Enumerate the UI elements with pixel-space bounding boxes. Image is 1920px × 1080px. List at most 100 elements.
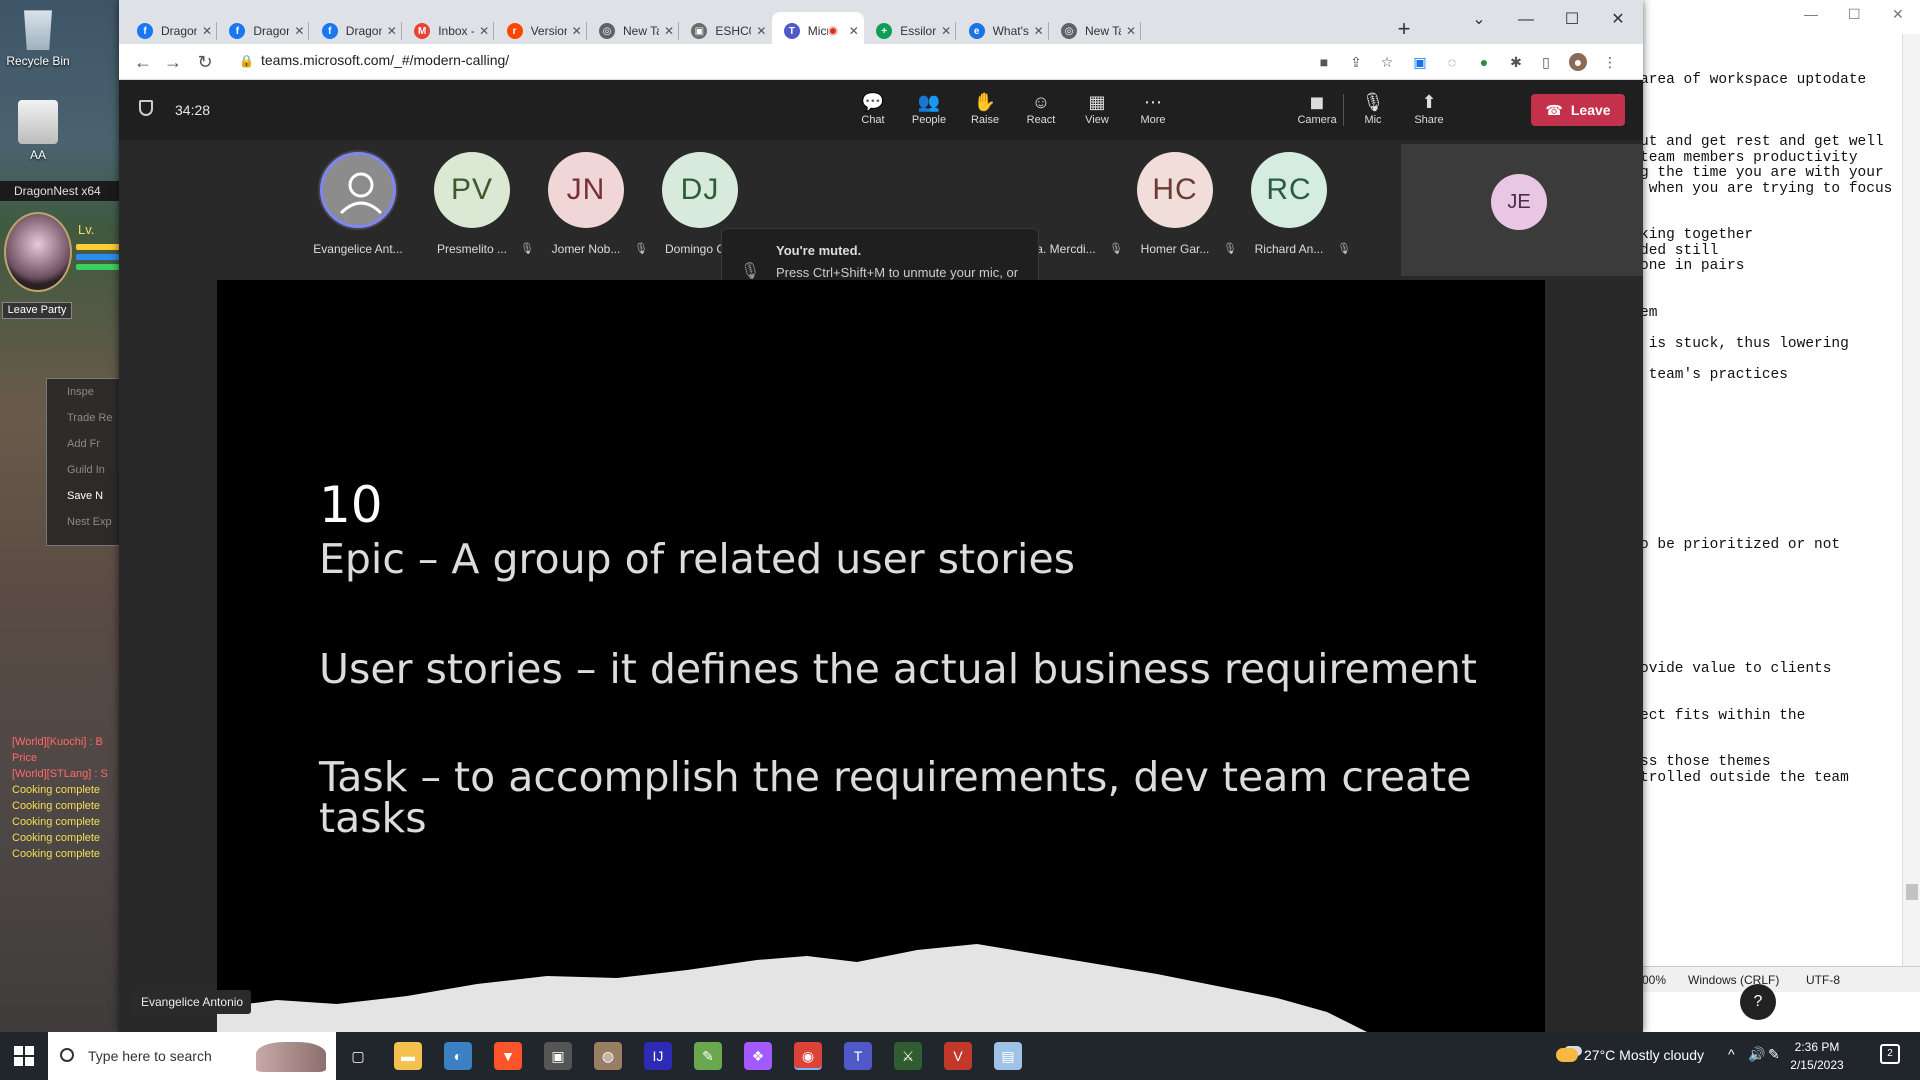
tab-separator bbox=[1140, 22, 1141, 40]
toolbar-label: Share bbox=[1414, 114, 1444, 126]
taskbar-search-box[interactable]: Type here to search bbox=[48, 1032, 336, 1080]
scrollbar-thumb[interactable] bbox=[1906, 884, 1918, 900]
raise-button[interactable]: ✋ Raise bbox=[957, 90, 1013, 134]
puzzle-icon[interactable]: ✱ bbox=[1507, 53, 1525, 71]
ctx-item-trade[interactable]: Trade Re bbox=[47, 405, 119, 431]
avatar: RC bbox=[1251, 152, 1327, 228]
ctx-item-inspect[interactable]: Inspe bbox=[47, 379, 119, 405]
minimize-icon[interactable]: — bbox=[1804, 6, 1818, 22]
participant-video-tile[interactable]: JE bbox=[1401, 144, 1643, 276]
close-tab-icon[interactable]: ✕ bbox=[567, 24, 587, 38]
close-tab-icon[interactable]: ✕ bbox=[1121, 24, 1141, 38]
mic-button[interactable]: 🎙 Mic bbox=[1345, 90, 1401, 134]
people-icon: 👥 bbox=[917, 92, 941, 112]
windows-start-icon[interactable] bbox=[14, 1046, 34, 1066]
brave-browser-icon[interactable]: ▼ bbox=[494, 1042, 522, 1070]
app-icon[interactable]: ✎ bbox=[694, 1042, 722, 1070]
taskbar-clock[interactable]: 2:36 PM 2/15/2023 bbox=[1772, 1038, 1862, 1074]
toolbar-divider bbox=[1343, 94, 1344, 126]
url-field[interactable]: teams.microsoft.com/_#/modern-calling/ bbox=[261, 52, 509, 68]
close-tab-icon[interactable]: ✕ bbox=[751, 24, 771, 38]
extension-icon[interactable]: ● bbox=[1475, 53, 1493, 71]
recycle-bin-shortcut[interactable]: Recycle Bin bbox=[4, 6, 72, 68]
teams-icon[interactable]: T bbox=[844, 1042, 872, 1070]
notepad-line: ovide value to clients bbox=[1640, 661, 1832, 677]
ctx-item-add-friend[interactable]: Add Fr bbox=[47, 431, 119, 457]
close-tab-icon[interactable]: ✕ bbox=[936, 24, 956, 38]
close-tab-icon[interactable]: ✕ bbox=[289, 24, 309, 38]
intellij-icon[interactable]: IJ bbox=[644, 1042, 672, 1070]
chat-button[interactable]: 💬 Chat bbox=[845, 90, 901, 134]
maximize-icon[interactable]: ☐ bbox=[1848, 6, 1861, 23]
side-panel-icon[interactable]: ▯ bbox=[1537, 53, 1555, 71]
view-button[interactable]: ▦ View bbox=[1069, 90, 1125, 134]
weather-widget[interactable]: 27°C Mostly cloudy bbox=[1556, 1047, 1704, 1063]
close-icon[interactable]: ✕ bbox=[1892, 6, 1904, 23]
tab-title: What's Ei bbox=[992, 24, 1029, 38]
extension-icon[interactable]: ◌ bbox=[1443, 53, 1461, 71]
mic-off-icon: 🎙 bbox=[740, 263, 761, 280]
camera-button[interactable]: ◼ Camera bbox=[1289, 90, 1345, 134]
participant-tile[interactable]: Evangelice Ant... bbox=[302, 142, 414, 282]
ctx-item-save-name[interactable]: Save N bbox=[47, 483, 119, 509]
participant-tile[interactable]: PV Presmelito ... 🎙 bbox=[416, 142, 534, 282]
app-icon[interactable]: ▣ bbox=[544, 1042, 572, 1070]
help-icon[interactable]: ? bbox=[1740, 984, 1776, 1020]
close-tab-icon[interactable]: ✕ bbox=[1029, 24, 1049, 38]
aa-shortcut[interactable]: AA bbox=[4, 100, 72, 162]
presenter-name-label: Evangelice Antonio bbox=[133, 990, 252, 1014]
close-tab-icon[interactable]: ✕ bbox=[474, 24, 494, 38]
file-explorer-icon[interactable]: ▬ bbox=[394, 1042, 422, 1070]
new-tab-button[interactable]: + bbox=[1389, 14, 1419, 44]
people-button[interactable]: 👥 People bbox=[901, 90, 957, 134]
forward-icon[interactable]: → bbox=[159, 50, 187, 74]
more-button[interactable]: ⋯ More bbox=[1125, 90, 1181, 134]
ctx-item-nest-exp[interactable]: Nest Exp bbox=[47, 509, 119, 535]
task-view-icon[interactable]: ▢ bbox=[344, 1042, 372, 1070]
avatar[interactable]: ● bbox=[1569, 53, 1587, 71]
notepad-line: ect fits within the bbox=[1640, 707, 1806, 724]
notification-icon[interactable]: 2 bbox=[1880, 1044, 1900, 1064]
notepad-line: when you are trying to focus bbox=[1640, 180, 1893, 197]
toolbar-label: More bbox=[1140, 114, 1166, 126]
lock-icon[interactable]: 🔒 bbox=[239, 54, 254, 68]
close-icon[interactable]: ✕ bbox=[1603, 8, 1633, 32]
notepad-icon[interactable]: ▤ bbox=[994, 1042, 1022, 1070]
notepad-scrollbar[interactable] bbox=[1902, 34, 1920, 966]
close-tab-icon[interactable]: ✕ bbox=[844, 24, 864, 38]
participant-tile[interactable]: HC Homer Gar... 🎙 bbox=[1119, 142, 1237, 282]
leave-party-button[interactable]: Leave Party bbox=[2, 302, 72, 319]
shield-icon[interactable] bbox=[139, 100, 153, 116]
chrome-icon[interactable]: ◉ bbox=[794, 1042, 822, 1070]
reload-icon[interactable]: ↻ bbox=[191, 50, 219, 74]
camera-in-use-icon[interactable]: ■ bbox=[1315, 53, 1333, 71]
minimize-icon[interactable]: — bbox=[1511, 8, 1541, 32]
close-tab-icon[interactable]: ✕ bbox=[382, 24, 402, 38]
share-page-icon[interactable]: ⇪ bbox=[1347, 53, 1365, 71]
ctx-item-guild-invite[interactable]: Guild In bbox=[47, 457, 119, 483]
app-icon[interactable]: ◍ bbox=[594, 1042, 622, 1070]
leave-button[interactable]: ☎ Leave bbox=[1531, 94, 1625, 126]
close-tab-icon[interactable]: ✕ bbox=[197, 24, 217, 38]
participant-tile[interactable]: RC Richard An... 🎙 bbox=[1233, 142, 1351, 282]
app-icon[interactable]: ◐ bbox=[444, 1042, 472, 1070]
chevron-down-icon[interactable]: ⌄ bbox=[1464, 8, 1494, 32]
menu-dots-icon[interactable]: ⋮ bbox=[1601, 53, 1619, 71]
participant-tile[interactable]: JN Jomer Nob... 🎙 bbox=[530, 142, 648, 282]
figma-icon[interactable]: ❖ bbox=[744, 1042, 772, 1070]
volume-icon[interactable]: 🔊 bbox=[1748, 1046, 1765, 1063]
leave-label: Leave bbox=[1570, 102, 1611, 118]
extension-icon[interactable]: ▣ bbox=[1411, 53, 1429, 71]
react-button[interactable]: ☺ React bbox=[1013, 90, 1069, 134]
view-icon: ▦ bbox=[1088, 92, 1106, 112]
shared-screen: 10 Epic – A group of related user storie… bbox=[217, 280, 1545, 1032]
close-tab-icon[interactable]: ✕ bbox=[659, 24, 679, 38]
chevron-up-icon[interactable]: ^ bbox=[1728, 1046, 1735, 1062]
game-icon[interactable]: ⚔ bbox=[894, 1042, 922, 1070]
bookmark-star-icon[interactable]: ☆ bbox=[1378, 53, 1396, 71]
back-icon[interactable]: ← bbox=[129, 50, 157, 74]
app-icon[interactable]: V bbox=[944, 1042, 972, 1070]
recycle-bin-icon bbox=[24, 10, 52, 50]
maximize-icon[interactable]: ☐ bbox=[1557, 8, 1587, 32]
share-button[interactable]: ⬆ Share bbox=[1401, 90, 1457, 134]
